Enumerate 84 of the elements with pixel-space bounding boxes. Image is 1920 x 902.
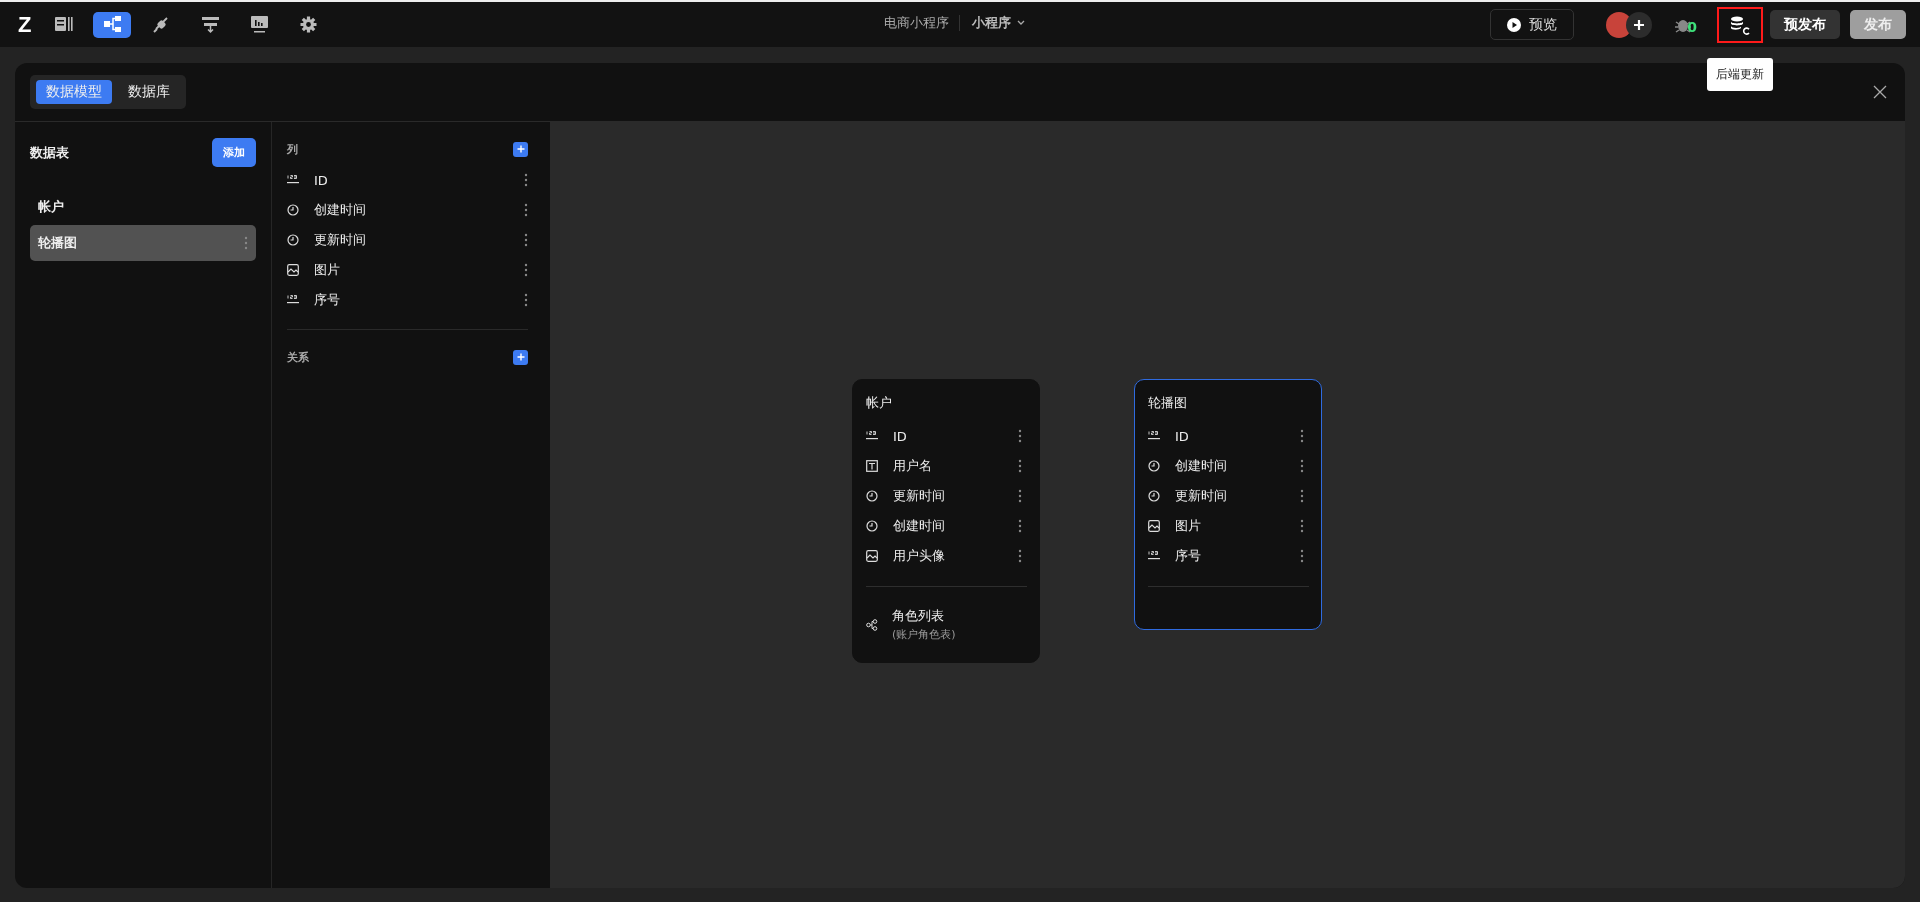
number-type-icon	[287, 174, 299, 186]
relation-icon	[866, 618, 878, 631]
number-type-icon	[1148, 430, 1160, 442]
play-icon	[1507, 17, 1522, 32]
field-name: 用户头像	[893, 547, 946, 565]
more-icon[interactable]	[524, 293, 528, 307]
section-title: 列	[287, 141, 298, 157]
tooltip: 后端更新	[1707, 57, 1773, 91]
relation-table: (账户角色表)	[892, 627, 956, 642]
field-name: 图片	[314, 261, 341, 279]
section-title: 数据表	[30, 143, 69, 162]
more-icon[interactable]	[1018, 429, 1022, 443]
card-title: 轮播图	[1148, 394, 1188, 412]
diagram-icon	[102, 15, 122, 34]
close-icon[interactable]	[1873, 85, 1887, 99]
field-name: 更新时间	[314, 231, 367, 249]
add-collaborator-button[interactable]	[1626, 11, 1653, 38]
more-icon[interactable]	[524, 263, 528, 277]
project-name: 电商小程序	[884, 14, 949, 32]
table-list-item[interactable]: 帐户	[30, 189, 256, 225]
clock-icon	[287, 234, 299, 246]
image-icon	[287, 264, 299, 276]
plug-icon	[151, 15, 171, 34]
chevron-down-icon	[1017, 20, 1025, 26]
settings-icon	[298, 15, 318, 34]
relation-name: 角色列表	[892, 607, 945, 625]
plus-icon	[516, 145, 525, 153]
field-name: 序号	[1175, 547, 1202, 565]
more-icon[interactable]	[1018, 519, 1022, 533]
preview-button[interactable]: 预览	[1490, 9, 1575, 40]
field-name: 创建时间	[1175, 457, 1228, 475]
clock-icon	[287, 204, 299, 216]
clock-icon	[866, 490, 878, 502]
number-type-icon	[287, 294, 299, 306]
field-name: 更新时间	[893, 487, 946, 505]
table-list-item[interactable]: 轮播图	[30, 225, 256, 261]
add-button[interactable]	[513, 349, 528, 365]
error-count-label: 0	[1687, 19, 1697, 34]
field-name: 更新时间	[1175, 487, 1228, 505]
number-type-icon	[866, 430, 878, 442]
field-name: ID	[314, 172, 329, 188]
monitor-chart-icon	[249, 15, 269, 34]
table-card[interactable]: 轮播图 ID 创建时间 更新时间 图片 序号	[1134, 379, 1322, 630]
field-name: 用户名	[893, 457, 933, 475]
tab[interactable]: 数据库	[118, 80, 180, 104]
text-type-icon	[866, 460, 878, 472]
field-name: 序号	[314, 291, 341, 309]
clock-icon	[866, 520, 878, 532]
database-sync-icon	[1729, 14, 1751, 35]
add-button[interactable]: 添加	[212, 138, 256, 167]
more-icon[interactable]	[1018, 489, 1022, 503]
card-title: 帐户	[866, 394, 893, 412]
field-name: ID	[893, 428, 908, 444]
clock-icon	[1148, 460, 1160, 472]
platform-dropdown[interactable]: 小程序	[970, 12, 1027, 34]
more-icon[interactable]	[524, 233, 528, 247]
nav-button[interactable]	[93, 11, 132, 38]
table-card[interactable]: 帐户 ID 用户名 更新时间 创建时间 用户头像 角色列表 (账户角色表)	[852, 379, 1040, 663]
more-icon[interactable]	[1300, 459, 1304, 473]
field-name: 图片	[1175, 517, 1202, 535]
field-name: 创建时间	[893, 517, 946, 535]
image-icon	[1148, 520, 1160, 532]
prepublish-button[interactable]: 预发布	[1770, 10, 1840, 39]
field-name: 创建时间	[314, 201, 367, 219]
number-type-icon	[1148, 550, 1160, 562]
columns-icon	[53, 15, 73, 34]
more-icon[interactable]	[524, 203, 528, 217]
plus-icon	[1633, 18, 1646, 31]
more-icon[interactable]	[1300, 429, 1304, 443]
tab[interactable]: 数据模型	[36, 80, 112, 104]
more-icon[interactable]	[1300, 489, 1304, 503]
filter-icon	[200, 15, 220, 34]
app-logo[interactable]: Z	[18, 11, 32, 38]
plus-icon	[516, 353, 525, 361]
image-icon	[866, 550, 878, 562]
field-name: ID	[1175, 428, 1190, 444]
more-icon[interactable]	[1018, 459, 1022, 473]
more-icon[interactable]	[1300, 549, 1304, 563]
section-title: 关系	[287, 349, 309, 365]
more-icon[interactable]	[1018, 549, 1022, 563]
more-icon[interactable]	[1300, 519, 1304, 533]
add-button[interactable]	[513, 141, 528, 157]
more-icon[interactable]	[524, 173, 528, 187]
clock-icon	[1148, 490, 1160, 502]
